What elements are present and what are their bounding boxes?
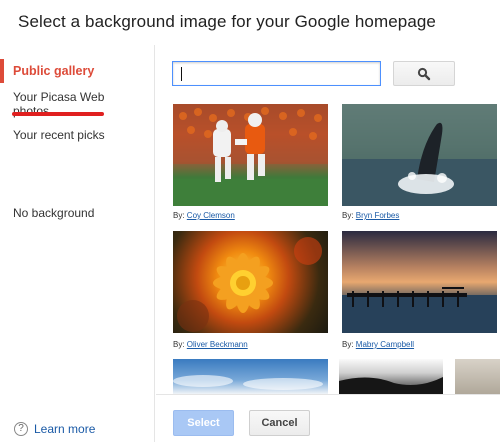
credit-label: By: — [342, 340, 354, 349]
sidebar-item-public-gallery[interactable]: Public gallery — [0, 59, 155, 83]
search-button[interactable] — [393, 61, 455, 86]
search-icon — [417, 67, 431, 80]
cancel-button[interactable]: Cancel — [249, 410, 310, 436]
whale-image — [342, 104, 497, 206]
active-indicator — [0, 59, 4, 83]
image-credit: By: Oliver Beckmann — [173, 340, 248, 349]
dialog-footer: Select Cancel — [156, 394, 500, 442]
gallery-image-football[interactable] — [173, 104, 328, 206]
sidebar-item-no-background[interactable]: No background — [13, 206, 94, 220]
image-credit: By: Coy Clemson — [173, 211, 235, 220]
bw-landscape-image — [339, 377, 443, 394]
image-credit: By: Bryn Forbes — [342, 211, 399, 220]
gallery-image-partial[interactable] — [455, 359, 500, 394]
help-icon: ? — [14, 422, 28, 436]
gallery-image-sky[interactable] — [173, 359, 328, 394]
gallery-image-pier[interactable] — [342, 231, 497, 333]
pier-image — [342, 287, 497, 333]
learn-more-link[interactable]: ? Learn more — [14, 422, 95, 436]
author-link[interactable]: Oliver Beckmann — [187, 340, 248, 349]
red-underline-annotation — [12, 112, 104, 116]
author-link[interactable]: Bryn Forbes — [356, 211, 400, 220]
sky-image — [173, 375, 323, 390]
credit-label: By: — [173, 211, 185, 220]
sidebar: Public gallery Your Picasa Web photos Yo… — [0, 45, 155, 442]
search-input[interactable] — [172, 61, 381, 86]
select-button[interactable]: Select — [173, 410, 234, 436]
flower-image — [177, 237, 322, 332]
gallery-image-bw-landscape[interactable] — [339, 359, 443, 394]
credit-label: By: — [342, 211, 354, 220]
learn-more-label: Learn more — [34, 422, 96, 436]
sidebar-item-recent-picks[interactable]: Your recent picks — [13, 128, 105, 142]
gallery-image-whale[interactable] — [342, 104, 497, 206]
author-link[interactable]: Coy Clemson — [187, 211, 235, 220]
credit-label: By: — [173, 340, 185, 349]
gallery-image-flower[interactable] — [173, 231, 328, 333]
image-credit: By: Mabry Campbell — [342, 340, 414, 349]
text-cursor — [181, 67, 182, 81]
dialog-title: Select a background image for your Googl… — [18, 12, 436, 31]
sidebar-item-label: Public gallery — [13, 64, 95, 78]
author-link[interactable]: Mabry Campbell — [356, 340, 414, 349]
football-image — [173, 104, 328, 206]
